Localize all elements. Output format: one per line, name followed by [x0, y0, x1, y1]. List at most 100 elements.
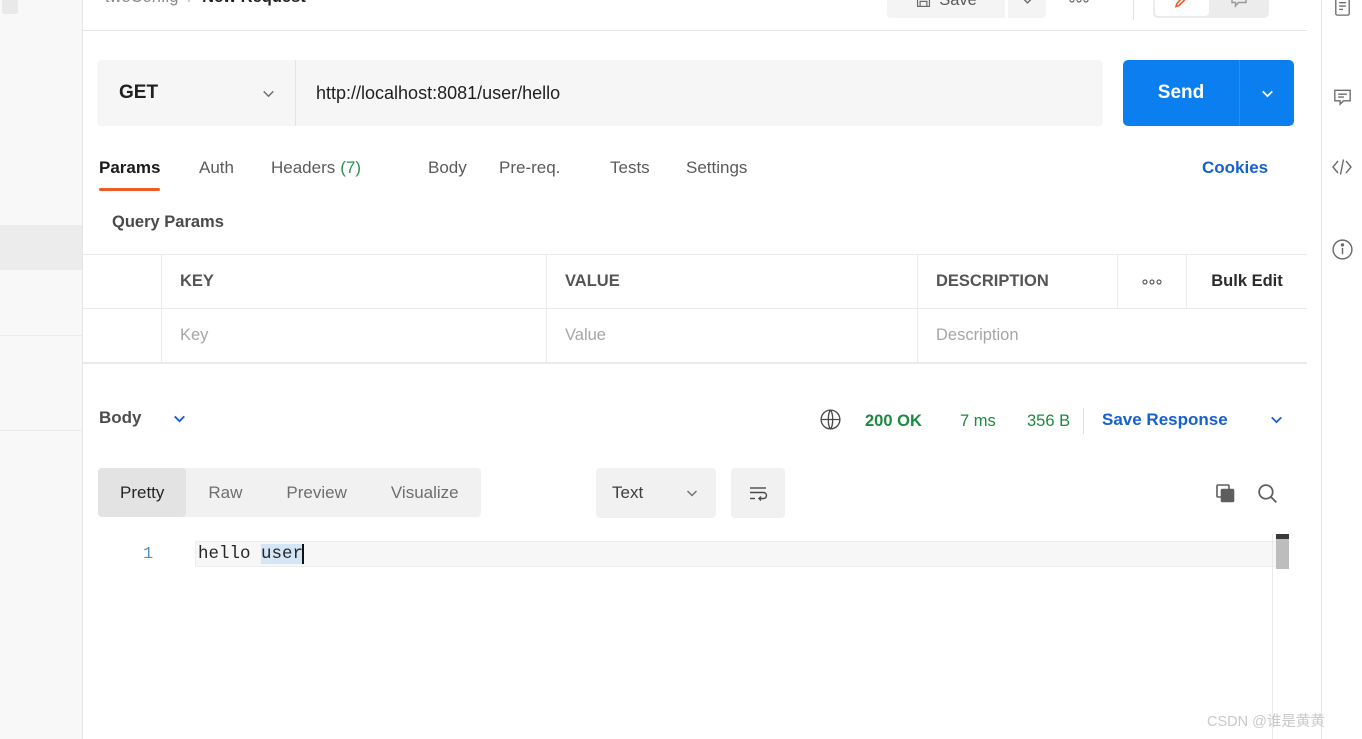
wrap-lines-button[interactable]	[731, 468, 785, 518]
globe-icon	[818, 407, 843, 432]
bulk-edit-button[interactable]: Bulk Edit	[1186, 255, 1307, 308]
key-input[interactable]: Key	[161, 309, 546, 362]
chevron-down-icon	[684, 485, 700, 501]
request-tabs: Params Auth Headers (7) Body Pre-req. Te…	[83, 146, 1307, 193]
sidebar-divider	[0, 335, 82, 336]
status-code: 200 OK	[865, 412, 922, 430]
tab-label: Preview	[286, 482, 347, 502]
tab-raw[interactable]: Raw	[186, 468, 264, 517]
params-options-button[interactable]	[1117, 255, 1186, 308]
sidebar-rail	[0, 0, 83, 739]
request-main-area: twoConfig / New Request Save	[83, 0, 1307, 739]
copy-icon	[1213, 481, 1237, 505]
response-body-toggle[interactable]	[171, 410, 188, 427]
ellipsis-icon	[1141, 277, 1163, 287]
send-options-button[interactable]	[1239, 60, 1294, 126]
response-text-selected: user	[261, 544, 304, 564]
tab-headers[interactable]: Headers (7)	[271, 146, 361, 191]
view-mode-group	[1153, 0, 1269, 18]
method-label: GET	[119, 82, 159, 103]
tab-tests[interactable]: Tests	[610, 146, 650, 191]
send-button[interactable]: Send	[1123, 60, 1239, 126]
column-value: VALUE	[546, 255, 917, 308]
value-input[interactable]: Value	[546, 309, 917, 362]
editor-scrollbar-thumb[interactable]	[1276, 538, 1289, 569]
chevron-down-icon	[1268, 411, 1285, 428]
tab-label: Pretty	[120, 482, 165, 502]
response-viewer-toolbar: Pretty Raw Preview Visualize Text	[83, 464, 1307, 524]
url-value: http://localhost:8081/user/hello	[316, 82, 561, 103]
sidebar-divider	[0, 430, 82, 431]
cookies-link[interactable]: Cookies	[1202, 158, 1268, 178]
chevron-down-icon	[1020, 0, 1035, 8]
chevron-down-icon	[260, 85, 277, 102]
breadcrumb-separator: /	[188, 0, 193, 6]
search-button[interactable]	[1252, 478, 1282, 508]
right-icon-rail	[1321, 0, 1362, 739]
wrap-text-icon	[746, 481, 770, 505]
send-label: Send	[1157, 82, 1205, 103]
response-body-editor[interactable]: 1 hello user	[83, 534, 1307, 739]
editor-scrollbar-cap	[1276, 534, 1289, 539]
breadcrumb: twoConfig / New Request	[105, 0, 306, 7]
text-cursor	[302, 544, 305, 564]
save-response-button[interactable]: Save Response	[1102, 410, 1228, 430]
tab-pretty[interactable]: Pretty	[98, 468, 187, 517]
copy-button[interactable]	[1210, 478, 1240, 508]
response-body-label: Body	[99, 408, 142, 427]
line-number: 1	[143, 545, 154, 564]
tab-label: Headers	[271, 158, 336, 177]
tab-label: Raw	[208, 482, 243, 502]
method-selector[interactable]: GET	[97, 60, 295, 126]
tab-label: Settings	[686, 158, 748, 177]
sidebar-selected-row[interactable]	[0, 225, 82, 270]
breadcrumb-collection[interactable]: twoConfig	[105, 0, 178, 6]
query-params-title: Query Params	[112, 213, 224, 231]
request-topbar: twoConfig / New Request Save	[83, 0, 1307, 31]
comment-mode-button[interactable]	[1211, 0, 1267, 16]
tab-params[interactable]: Params	[99, 146, 161, 191]
row-checkbox[interactable]	[83, 309, 161, 362]
tab-preview[interactable]: Preview	[264, 468, 368, 517]
tab-auth[interactable]: Auth	[199, 146, 234, 191]
url-input[interactable]: http://localhost:8081/user/hello	[295, 60, 1103, 126]
documentation-icon[interactable]	[1329, 0, 1355, 19]
tab-label: Body	[428, 158, 467, 177]
search-icon	[1255, 481, 1280, 506]
tab-label: Params	[99, 158, 161, 177]
column-key: KEY	[161, 255, 546, 308]
edit-mode-button[interactable]	[1155, 0, 1209, 16]
code-icon[interactable]	[1329, 154, 1355, 180]
save-options-button[interactable]	[1008, 0, 1046, 18]
response-divider	[1083, 408, 1084, 434]
query-params-table: KEY VALUE DESCRIPTION Bulk Edit Key Valu…	[83, 254, 1307, 363]
save-label: Save	[939, 0, 977, 10]
save-button[interactable]: Save	[887, 0, 1005, 18]
tab-body[interactable]: Body	[428, 146, 467, 191]
response-format-select[interactable]: Text	[596, 468, 716, 518]
response-time: 7 ms	[960, 412, 996, 430]
description-input[interactable]: Description	[917, 309, 1307, 362]
info-icon[interactable]	[1329, 236, 1355, 262]
code-line[interactable]: hello user	[195, 541, 1285, 567]
tab-settings[interactable]: Settings	[686, 146, 747, 191]
tab-headers-count: (7)	[340, 158, 362, 177]
sidebar-chip	[2, 0, 18, 14]
response-size: 356 B	[1027, 412, 1071, 430]
tab-visualize[interactable]: Visualize	[369, 468, 481, 517]
topbar-divider	[1133, 0, 1134, 20]
format-label: Text	[612, 483, 644, 502]
tab-label: Visualize	[390, 482, 459, 502]
watermark: CSDN @谁是黄黄	[1207, 714, 1325, 730]
more-actions-button[interactable]	[1061, 0, 1097, 18]
breadcrumb-current[interactable]: New Request	[202, 0, 306, 6]
table-bottom-border	[83, 363, 1307, 364]
tab-label: Pre-req.	[499, 158, 561, 177]
pencil-icon	[1172, 0, 1192, 10]
save-icon	[915, 0, 932, 9]
editor-scrollbar-track[interactable]	[1272, 534, 1273, 739]
response-view-tabs: Pretty Raw Preview Visualize	[98, 468, 481, 517]
comment-icon[interactable]	[1329, 84, 1355, 110]
save-response-options[interactable]	[1268, 411, 1285, 428]
tab-pre-request[interactable]: Pre-req.	[499, 146, 560, 191]
